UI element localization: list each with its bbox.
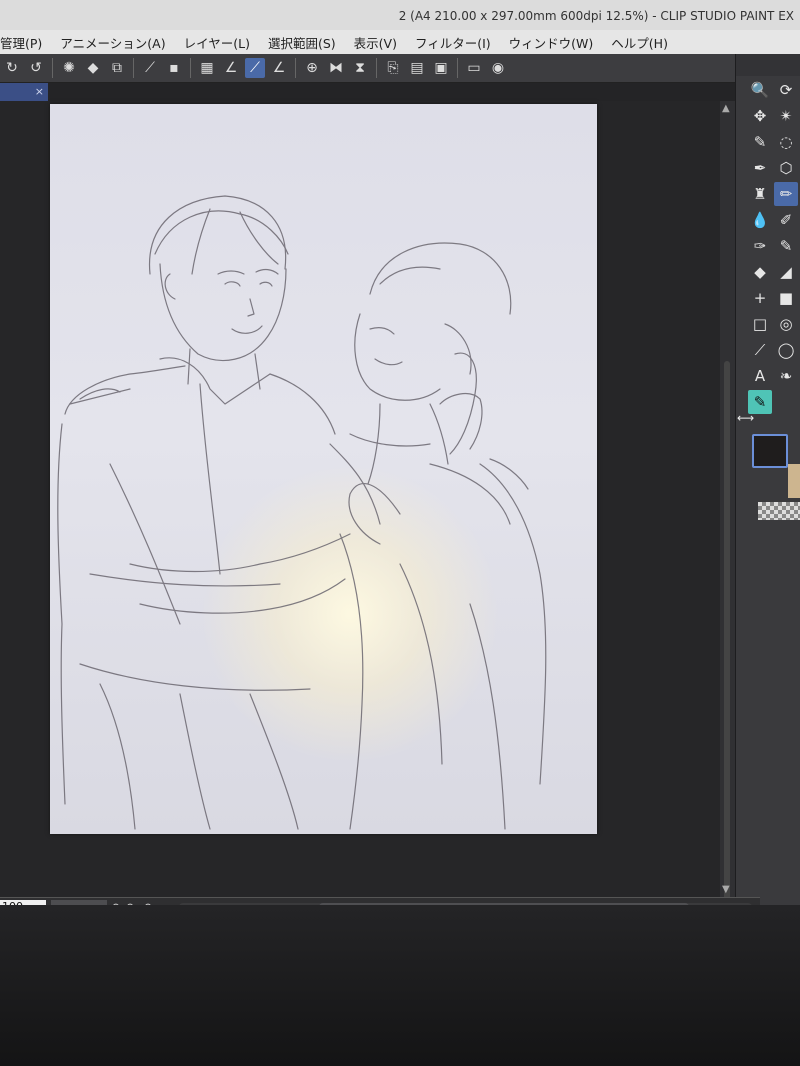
sparkle-icon[interactable]: ✴ (774, 104, 798, 128)
zoom-icon[interactable]: 🔍 (748, 78, 772, 102)
canvas-area[interactable] (0, 101, 735, 897)
monitor-bezel (0, 905, 800, 1066)
flip-h-icon[interactable]: ⧓ (326, 58, 346, 78)
ruler-icon[interactable]: ⟋ (748, 338, 772, 362)
document-tab-strip: × (0, 83, 735, 101)
spinner-icon[interactable]: ✺ (59, 58, 79, 78)
toolbar-divider (295, 58, 296, 78)
pen-active-icon[interactable]: ⟋ (245, 58, 265, 78)
balloon-icon[interactable]: ◯ (774, 338, 798, 362)
toolbar-divider (376, 58, 377, 78)
window-title: 2 (A4 210.00 x 297.00mm 600dpi 12.5%) - … (398, 9, 794, 23)
menu-filter[interactable]: フィルター(I) (406, 33, 500, 52)
pen-line-icon[interactable]: ∠ (269, 58, 289, 78)
brush-icon[interactable]: ✑ (748, 234, 772, 258)
menu-manage[interactable]: 管理(P) (0, 33, 51, 52)
rectangle-icon[interactable]: □ (748, 312, 772, 336)
menu-animation[interactable]: アニメーション(A) (51, 33, 174, 52)
clear-icon[interactable]: ▪ (164, 58, 184, 78)
flip-v-icon[interactable]: ⧗ (350, 58, 370, 78)
background-color-swatch[interactable] (788, 464, 800, 498)
tool-grid: 🔍 ⟳ ✥ ✴ ✎ ◌ ✒ ⬡ ♜ ✏ 💧 ✐ ✑ ✎ ◆ ◢ + ■ □ ◎ ⟋ ◯ A ❧ ✎ (748, 78, 800, 414)
stamp-icon[interactable]: ♜ (748, 182, 772, 206)
eyedropper-icon[interactable]: ✎ (748, 130, 772, 154)
monitor-screen: 2 (A4 210.00 x 297.00mm 600dpi 12.5%) - … (0, 0, 800, 905)
transparent-color-swatch[interactable] (758, 502, 800, 520)
foreground-color-swatch[interactable] (752, 434, 788, 468)
object-select-icon[interactable]: ⬡ (774, 156, 798, 180)
scroll-up-icon[interactable]: ▲ (722, 103, 730, 114)
camera-icon[interactable]: ◉ (488, 58, 508, 78)
status-bar: 100 ↶ ↷ ⟲ ‹ (0, 897, 760, 905)
toolbar-divider (457, 58, 458, 78)
pen-check-icon[interactable]: ∠ (221, 58, 241, 78)
menu-selection[interactable]: 選択範囲(S) (259, 33, 345, 52)
snap-icon[interactable]: ⊕ (302, 58, 322, 78)
leaf-icon[interactable]: ❧ (774, 364, 798, 388)
pen-icon[interactable]: ✒ (748, 156, 772, 180)
spiral-icon[interactable]: ◎ (774, 312, 798, 336)
lasso-icon[interactable]: ◌ (774, 130, 798, 154)
menu-view[interactable]: 表示(V) (345, 33, 406, 52)
gradient-icon[interactable]: ■ (774, 286, 798, 310)
drop-icon[interactable]: 💧 (748, 208, 772, 232)
rotate-icon[interactable]: ↻ (2, 58, 22, 78)
close-icon[interactable]: × (35, 85, 44, 98)
menu-window[interactable]: ウィンドウ(W) (500, 33, 603, 52)
title-bar: 2 (A4 210.00 x 297.00mm 600dpi 12.5%) - … (0, 0, 800, 30)
menu-help[interactable]: ヘルプ(H) (602, 33, 677, 52)
checker-icon[interactable]: ▦ (197, 58, 217, 78)
tool-palette-header (736, 54, 800, 76)
crop-icon[interactable]: ⟋ (140, 58, 160, 78)
export2-icon[interactable]: ▣ (431, 58, 451, 78)
menu-bar: 管理(P) アニメーション(A) レイヤー(L) 選択範囲(S) 表示(V) フ… (0, 30, 800, 54)
command-bar: ↻ ↺ ✺ ◆ ⧉ ⟋ ▪ ▦ ∠ ⟋ ∠ ⊕ ⧓ ⧗ ⎘ ▤ ▣ ▭ ◉ (0, 54, 737, 83)
document-tab[interactable]: × (0, 83, 48, 101)
pencil-active-icon[interactable]: ✏ (774, 182, 798, 206)
scroll-down-icon[interactable]: ▼ (722, 884, 730, 895)
tool-palette: 🔍 ⟳ ✥ ✴ ✎ ◌ ✒ ⬡ ♜ ✏ 💧 ✐ ✑ ✎ ◆ ◢ + ■ □ ◎ ⟋ ◯ A ❧ ✎ ⟷ (735, 54, 800, 905)
rotate-view-icon[interactable]: ⟳ (774, 78, 798, 102)
vertical-scrollbar[interactable]: ▲ ▼ (720, 101, 735, 901)
screen-icon[interactable]: ▭ (464, 58, 484, 78)
move-icon[interactable]: ✥ (748, 104, 772, 128)
redo-icon[interactable]: ↺ (26, 58, 46, 78)
menu-layer[interactable]: レイヤー(L) (175, 33, 259, 52)
export-icon[interactable]: ▤ (407, 58, 427, 78)
scroll-thumb[interactable] (724, 361, 730, 901)
fill-icon[interactable]: ◆ (83, 58, 103, 78)
text-icon[interactable]: A (748, 364, 772, 388)
blend-icon[interactable]: + (748, 286, 772, 310)
import-icon[interactable]: ⎘ (383, 58, 403, 78)
toolbar-divider (190, 58, 191, 78)
transform-icon[interactable]: ⧉ (107, 58, 127, 78)
eraser-icon[interactable]: ◢ (774, 260, 798, 284)
toolbar-divider (133, 58, 134, 78)
fill-bucket-icon[interactable]: ◆ (748, 260, 772, 284)
canvas-paper[interactable] (50, 104, 597, 834)
resize-icon[interactable]: ⟷ (737, 411, 754, 425)
toolbar-divider (52, 58, 53, 78)
sketch-drawing (57, 195, 547, 830)
airbrush-icon[interactable]: ✎ (774, 234, 798, 258)
marker-icon[interactable]: ✐ (774, 208, 798, 232)
